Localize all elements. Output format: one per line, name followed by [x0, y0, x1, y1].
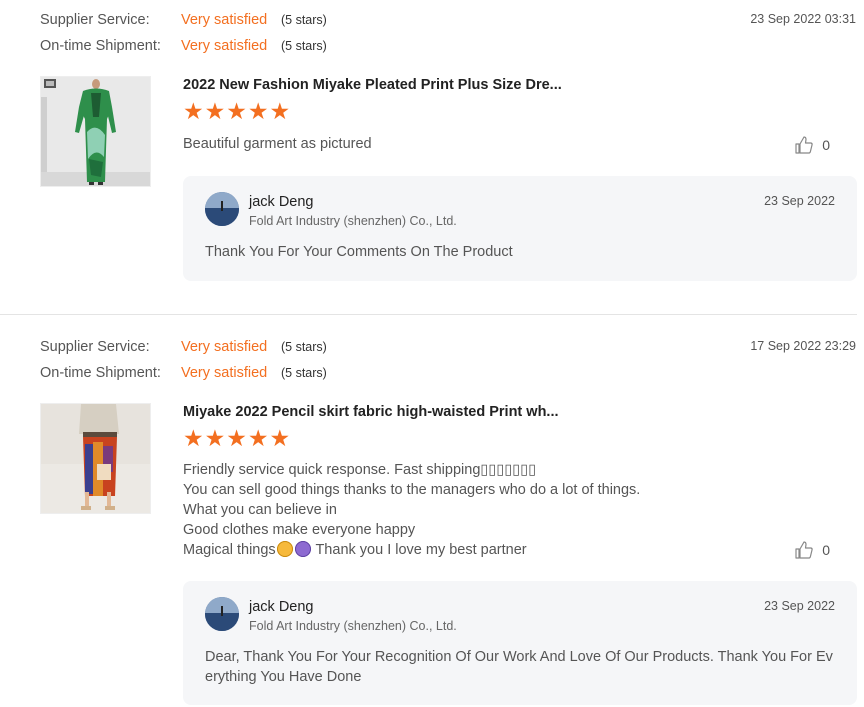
product-thumbnail[interactable]: [40, 76, 151, 187]
comment-line: Good clothes make everyone happy: [183, 522, 416, 538]
shipment-stars: (5 stars): [281, 39, 327, 53]
reply-text: Thank You For Your Comments On The Produ…: [205, 244, 513, 260]
reply-author-name: jack Deng: [249, 194, 314, 210]
review-comment: Friendly service quick response. Fast sh…: [183, 460, 640, 560]
star-icon: ★: [247, 426, 269, 452]
avatar: [205, 597, 239, 631]
supplier-service-rating: Supplier Service: Very satisfied (5 stars): [40, 337, 327, 357]
shipment-value: Very satisfied: [181, 365, 268, 381]
supplier-service-label: Supplier Service:: [40, 12, 150, 28]
avatar: [205, 192, 239, 226]
reply-author-name: jack Deng: [249, 599, 314, 615]
reply-date: 23 Sep 2022: [764, 194, 835, 208]
review-divider: [0, 314, 857, 315]
star-icon: ★: [226, 99, 247, 125]
star-icon: ★: [269, 426, 291, 452]
product-rating-stars: ★ ★ ★ ★ ★: [183, 426, 291, 452]
reply-company: Fold Art Industry (shenzhen) Co., Ltd.: [249, 214, 457, 228]
product-title[interactable]: Miyake 2022 Pencil skirt fabric high-wai…: [183, 402, 559, 422]
comment-text-tail: Thank you I love my best partner: [311, 542, 527, 558]
comment-line: Friendly service quick response. Fast sh…: [183, 462, 537, 478]
comment-text: Magical things: [183, 542, 276, 558]
comment-line: What you can believe in: [183, 502, 337, 518]
comment-line: Beautiful garment as pictured: [183, 136, 372, 152]
star-struck-emoji-icon: [276, 541, 293, 557]
star-icon: ★: [247, 99, 269, 125]
product-thumbnail[interactable]: [40, 403, 151, 514]
reply-date: 23 Sep 2022: [764, 599, 835, 613]
product-rating-stars: ★ ★ ★ ★ ★: [183, 99, 291, 125]
shipment-value: Very satisfied: [181, 38, 268, 54]
supplier-service-value: Very satisfied: [181, 339, 268, 355]
supplier-service-stars: (5 stars): [281, 340, 327, 354]
supplier-service-value: Very satisfied: [181, 12, 268, 28]
star-icon: ★: [204, 99, 226, 125]
star-icon: ★: [183, 99, 204, 125]
shipment-label: On-time Shipment:: [40, 365, 161, 381]
thumbs-up-icon: [795, 541, 813, 559]
supplier-service-rating: Supplier Service: Very satisfied (5 stars): [40, 10, 327, 30]
like-count: 0: [822, 542, 830, 558]
product-title[interactable]: 2022 New Fashion Miyake Pleated Print Pl…: [183, 75, 562, 95]
star-icon: ★: [204, 426, 226, 452]
supplier-reply: jack Deng Fold Art Industry (shenzhen) C…: [183, 176, 857, 281]
review-date: 23 Sep 2022 03:31: [750, 12, 856, 26]
like-button[interactable]: 0: [794, 135, 830, 155]
star-icon: ★: [269, 99, 291, 125]
supplier-reply: jack Deng Fold Art Industry (shenzhen) C…: [183, 581, 857, 705]
like-button[interactable]: 0: [794, 540, 830, 560]
reply-text: Dear, Thank You For Your Recognition Of …: [205, 649, 833, 685]
shipment-label: On-time Shipment:: [40, 38, 161, 54]
supplier-service-stars: (5 stars): [281, 13, 327, 27]
star-icon: ★: [226, 426, 247, 452]
review-comment: Beautiful garment as pictured: [183, 134, 372, 154]
like-count: 0: [822, 137, 830, 153]
star-icon: ★: [183, 426, 204, 452]
comment-line: You can sell good things thanks to the m…: [183, 482, 641, 498]
thumbs-up-icon: [795, 136, 813, 154]
shipment-stars: (5 stars): [281, 366, 327, 380]
supplier-service-label: Supplier Service:: [40, 339, 150, 355]
comment-line-with-emoji: Magical things Thank you I love my best …: [183, 540, 640, 560]
reply-company: Fold Art Industry (shenzhen) Co., Ltd.: [249, 619, 457, 633]
review-date: 17 Sep 2022 23:29: [750, 339, 856, 353]
person-gesturing-emoji-icon: [294, 541, 311, 557]
shipment-rating: On-time Shipment: Very satisfied (5 stars): [40, 36, 327, 56]
shipment-rating: On-time Shipment: Very satisfied (5 stars): [40, 363, 327, 383]
